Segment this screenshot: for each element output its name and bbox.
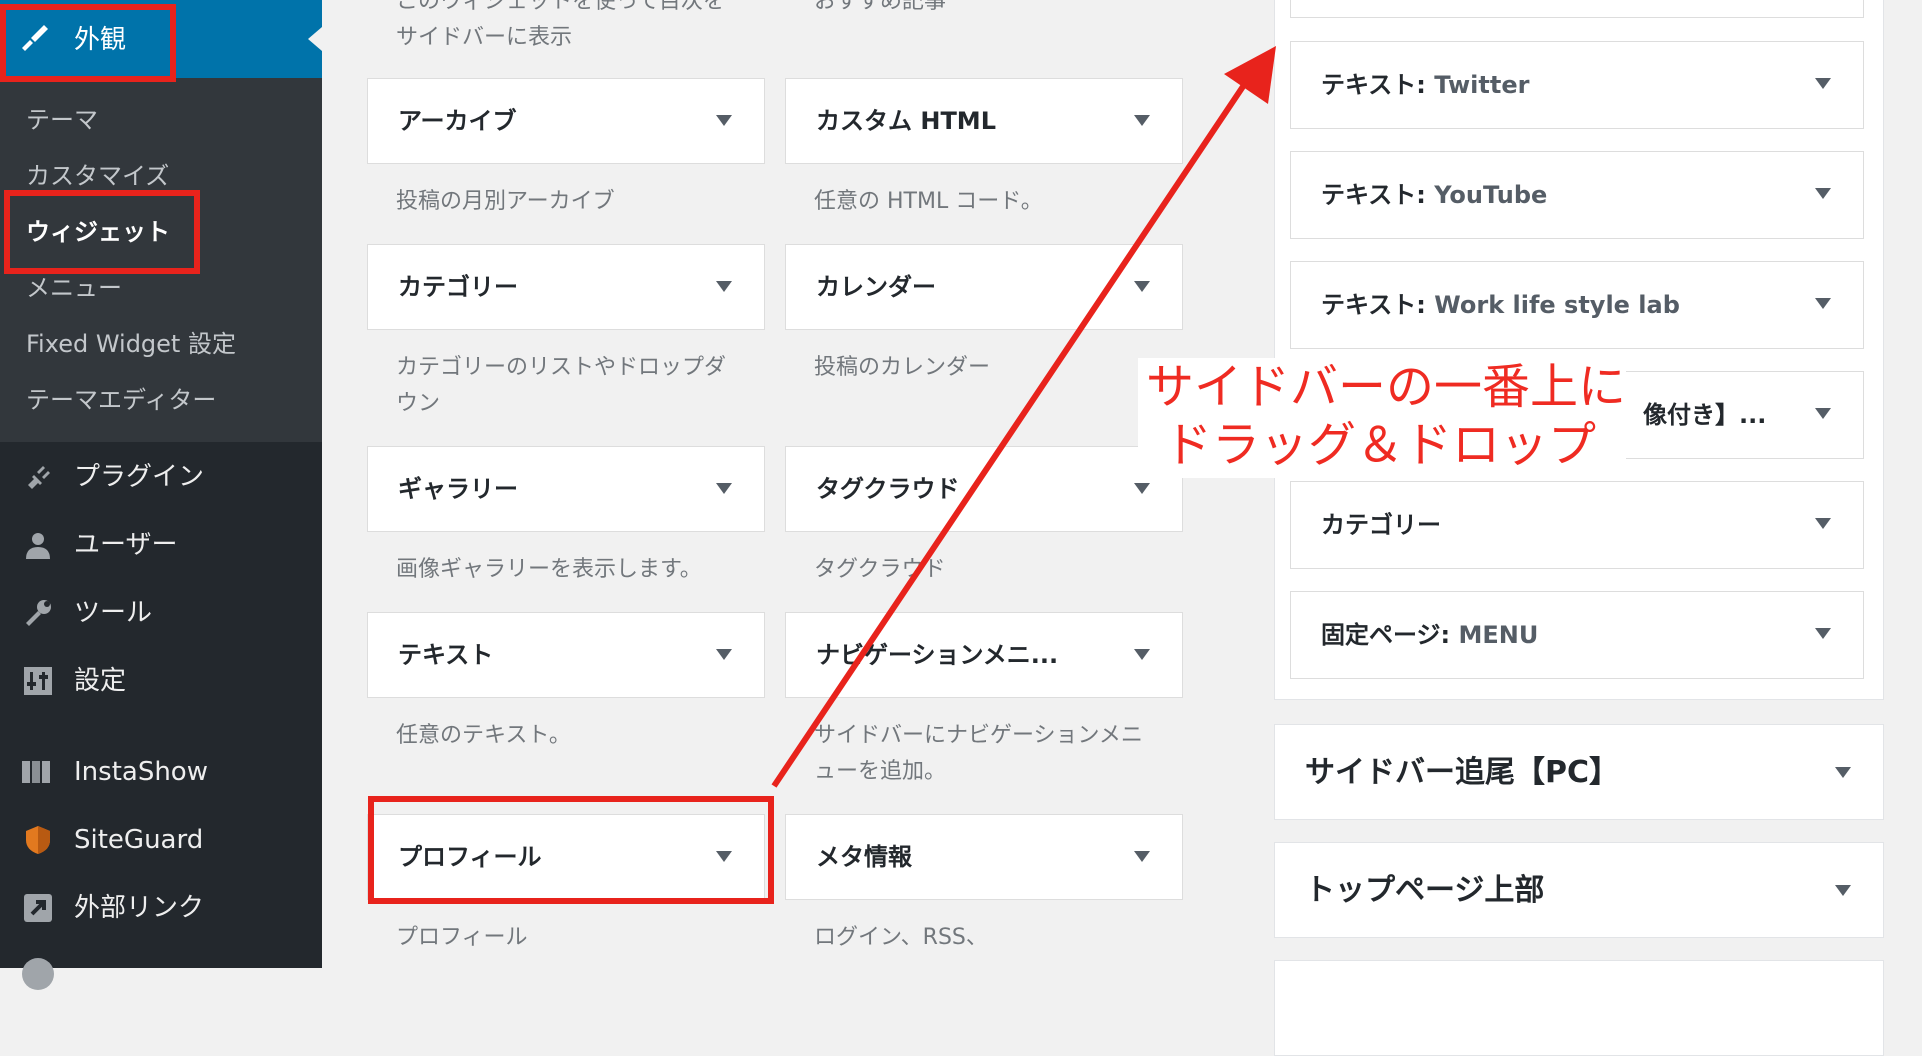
- caret-down-icon[interactable]: [716, 483, 732, 494]
- widget-prefix: テキスト:: [1321, 71, 1426, 99]
- caret-down-icon[interactable]: [1815, 518, 1831, 529]
- collapse-menu-icon[interactable]: [22, 958, 54, 990]
- widget-desc: 画像ギャラリーを表示します。: [396, 557, 702, 582]
- widget-area-title: サイドバー追尾【PC】: [1305, 755, 1620, 790]
- sidebar-widget-youtube[interactable]: テキスト: YouTube: [1290, 151, 1864, 239]
- widget-title: カテゴリー: [398, 273, 518, 301]
- caret-down-icon[interactable]: [1134, 115, 1150, 126]
- sidebar-widget-fixed-page-menu[interactable]: 固定ページ: MENU: [1290, 591, 1864, 679]
- sidebar-widget-categories[interactable]: カテゴリー: [1290, 481, 1864, 569]
- submenu-themes[interactable]: テーマ: [26, 105, 98, 135]
- widget-archive[interactable]: アーカイブ: [367, 78, 765, 164]
- caret-down-icon[interactable]: [1815, 628, 1831, 639]
- current-menu-arrow: [308, 27, 322, 51]
- widget-desc-recommended: おすすめ記事: [814, 0, 947, 14]
- annotation-callout: サイドバーの一番上に ドラッグ＆ドロップ: [1138, 358, 1626, 478]
- widget-name: Work life style lab: [1434, 291, 1680, 319]
- menu-label-external-links[interactable]: 外部リンク: [74, 892, 204, 924]
- widget-categories[interactable]: カテゴリー: [367, 244, 765, 330]
- widget-title: タグクラウド: [816, 475, 960, 503]
- caret-down-icon[interactable]: [1134, 281, 1150, 292]
- widget-name: Twitter: [1434, 71, 1530, 99]
- widget-desc: ログイン、RSS、: [814, 925, 988, 950]
- widget-prefix: 固定ページ:: [1321, 621, 1451, 649]
- menu-label-instashow[interactable]: InstaShow: [74, 756, 208, 788]
- widget-navigation-menu[interactable]: ナビゲーションメニ...: [785, 612, 1183, 698]
- settings-icon: [22, 665, 54, 697]
- widget-name: MENU: [1458, 621, 1539, 649]
- widget-desc: 任意のテキスト。: [396, 723, 571, 748]
- widget-meta[interactable]: メタ情報: [785, 814, 1183, 900]
- sidebar-widget-work-life[interactable]: テキスト: Work life style lab: [1290, 261, 1864, 349]
- menu-label-settings[interactable]: 設定: [74, 665, 126, 697]
- annotation-line-2: ドラッグ＆ドロップ: [1164, 417, 1597, 473]
- submenu-customize[interactable]: カスタマイズ: [26, 161, 169, 191]
- widget-name: YouTube: [1434, 181, 1548, 209]
- widget-title: ナビゲーションメニ...: [816, 641, 1059, 669]
- widget-tag-cloud[interactable]: タグクラウド: [785, 446, 1183, 532]
- widget-text[interactable]: テキスト: [367, 612, 765, 698]
- menu-label-siteguard[interactable]: SiteGuard: [74, 824, 203, 856]
- widget-area-sidebar-follow-pc[interactable]: サイドバー追尾【PC】: [1274, 724, 1884, 820]
- widget-title: カレンダー: [816, 273, 936, 301]
- instashow-icon: [20, 756, 52, 788]
- widget-desc: プロフィール: [396, 925, 528, 950]
- annotation-line-1: サイドバーの一番上に: [1146, 359, 1627, 415]
- widget-desc: カテゴリーのリストやドロップダ ウン: [396, 355, 727, 416]
- widget-name: 像付き】...: [1643, 401, 1767, 429]
- widget-title: アーカイブ: [398, 107, 517, 135]
- widget-desc: 投稿の月別アーカイブ: [396, 189, 615, 214]
- caret-down-icon[interactable]: [1134, 851, 1150, 862]
- widget-prefix: テキスト:: [1321, 181, 1426, 209]
- caret-down-icon[interactable]: [1835, 885, 1851, 896]
- user-icon: [22, 529, 54, 561]
- caret-down-icon[interactable]: [1815, 408, 1831, 419]
- sidebar-widget-partial[interactable]: [1290, 0, 1864, 18]
- sidebar-widget-twitter[interactable]: テキスト: Twitter: [1290, 41, 1864, 129]
- plugin-icon: [22, 461, 54, 493]
- widget-title: カスタム HTML: [816, 107, 996, 135]
- highlight-profile-widget: [368, 796, 774, 904]
- widget-area-top-page[interactable]: トップページ上部: [1274, 842, 1884, 938]
- widget-desc: タグクラウド: [814, 557, 946, 582]
- widget-area-partial[interactable]: [1274, 960, 1884, 1056]
- caret-down-icon[interactable]: [1815, 78, 1831, 89]
- widget-desc: 任意の HTML コード。: [814, 189, 1043, 214]
- caret-down-icon[interactable]: [716, 649, 732, 660]
- submenu-menus[interactable]: メニュー: [26, 273, 122, 303]
- widget-gallery[interactable]: ギャラリー: [367, 446, 765, 532]
- widget-custom-html[interactable]: カスタム HTML: [785, 78, 1183, 164]
- caret-down-icon[interactable]: [1835, 767, 1851, 778]
- admin-sidebar: 外観 テーマ カスタマイズ ウィジェット メニュー Fixed Widget 設…: [0, 0, 322, 990]
- caret-down-icon[interactable]: [1815, 188, 1831, 199]
- widget-desc-toc: このウィジェットを使って目次を サイドバーに表示: [396, 0, 725, 50]
- widget-title: ギャラリー: [398, 475, 518, 503]
- wrench-icon: [22, 597, 54, 629]
- shield-icon: [22, 824, 54, 856]
- caret-down-icon[interactable]: [1815, 298, 1831, 309]
- widget-calendar[interactable]: カレンダー: [785, 244, 1183, 330]
- widget-desc: サイドバーにナビゲーションメニ ューを追加。: [814, 723, 1143, 784]
- caret-down-icon[interactable]: [1134, 649, 1150, 660]
- submenu-fixed-widget[interactable]: Fixed Widget 設定: [26, 329, 236, 359]
- external-link-icon: [22, 892, 54, 924]
- caret-down-icon[interactable]: [1134, 483, 1150, 494]
- caret-down-icon[interactable]: [716, 115, 732, 126]
- highlight-widgets: [4, 190, 200, 274]
- widget-prefix: テキスト:: [1321, 291, 1426, 319]
- widget-title: メタ情報: [816, 843, 912, 871]
- menu-label-plugins[interactable]: プラグイン: [74, 461, 204, 493]
- highlight-appearance: [0, 4, 176, 82]
- menu-label-users[interactable]: ユーザー: [74, 529, 177, 561]
- widget-name: カテゴリー: [1321, 511, 1441, 539]
- widget-desc: 投稿のカレンダー: [814, 355, 991, 380]
- menu-label-tools[interactable]: ツール: [74, 597, 152, 629]
- widget-title: テキスト: [398, 641, 494, 669]
- widget-area-title: トップページ上部: [1305, 873, 1545, 908]
- caret-down-icon[interactable]: [716, 281, 732, 292]
- submenu-theme-editor[interactable]: テーマエディター: [26, 385, 216, 415]
